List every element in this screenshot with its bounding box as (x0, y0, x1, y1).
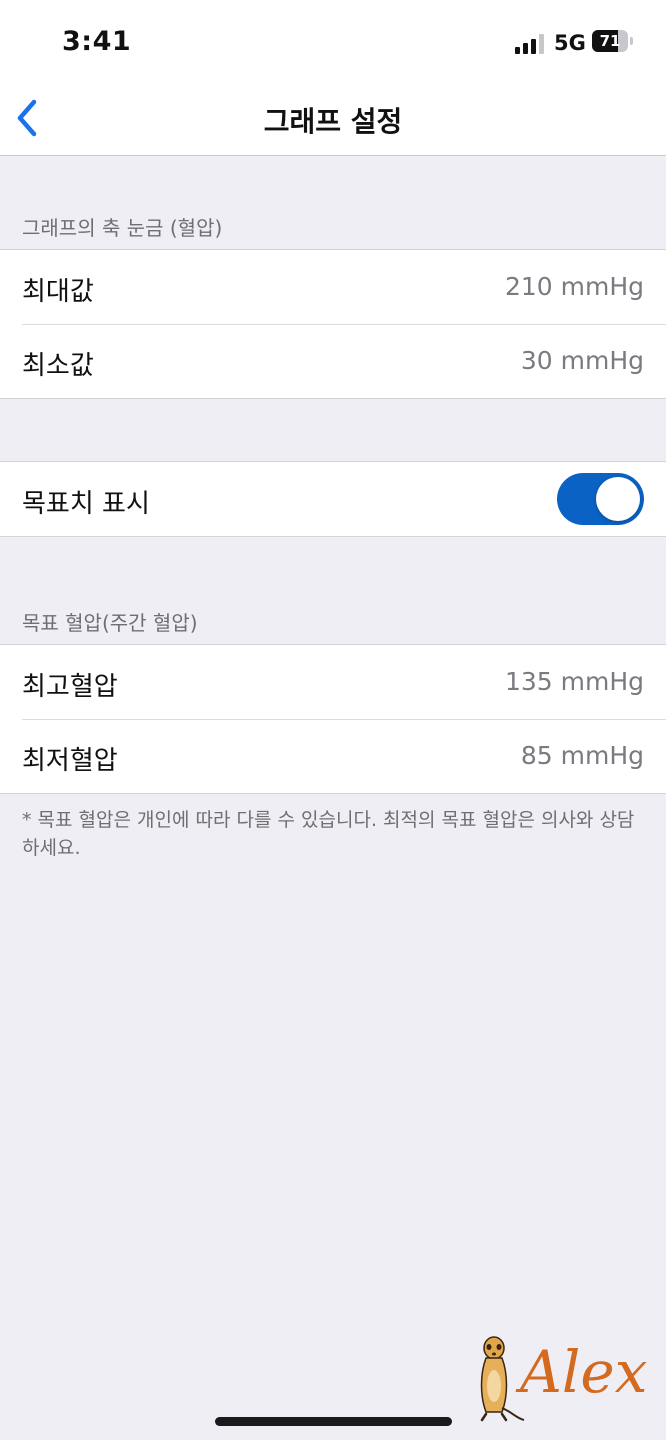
target-bp-group: 최고혈압 135 mmHg 최저혈압 85 mmHg (0, 644, 666, 794)
row-diastolic[interactable]: 최저혈압 85 mmHg (0, 719, 666, 793)
section-header-axis: 그래프의 축 눈금 (혈압) (22, 216, 223, 240)
home-indicator[interactable] (215, 1417, 452, 1426)
row-value: 85 mmHg (520, 741, 644, 770)
battery-percent: 71 (599, 32, 621, 50)
row-min-value[interactable]: 최소값 30 mmHg (0, 324, 666, 398)
status-bar: 3:41 5G 71 (0, 0, 666, 84)
row-label: 목표치 표시 (22, 489, 150, 519)
row-systolic[interactable]: 최고혈압 135 mmHg (0, 645, 666, 719)
row-label: 최소값 (22, 351, 94, 381)
cellular-signal-icon (515, 34, 545, 54)
network-type: 5G (554, 31, 586, 55)
row-show-target: 목표치 표시 (0, 462, 666, 536)
watermark-text: Alex (520, 1338, 648, 1406)
row-label: 최대값 (22, 277, 94, 307)
show-target-toggle[interactable] (557, 473, 644, 525)
section-header-target: 목표 혈압(주간 혈압) (22, 611, 198, 635)
navigation-bar: 그래프 설정 (0, 84, 666, 156)
footnote: * 목표 혈압은 개인에 따라 다를 수 있습니다. 최적의 목표 혈압은 의사… (22, 809, 635, 859)
row-value: 30 mmHg (520, 346, 644, 375)
row-max-value[interactable]: 최대값 210 mmHg (0, 250, 666, 324)
target-display-group: 목표치 표시 (0, 461, 666, 537)
battery-icon: 71 (592, 30, 634, 54)
page-title: 그래프 설정 (263, 105, 403, 138)
row-value: 135 mmHg (504, 667, 644, 696)
row-value: 210 mmHg (504, 272, 644, 301)
row-label: 최고혈압 (22, 672, 118, 702)
toggle-knob (596, 477, 640, 521)
status-time: 3:41 (62, 26, 132, 57)
axis-settings-group: 최대값 210 mmHg 최소값 30 mmHg (0, 249, 666, 399)
row-label: 최저혈압 (22, 746, 118, 776)
